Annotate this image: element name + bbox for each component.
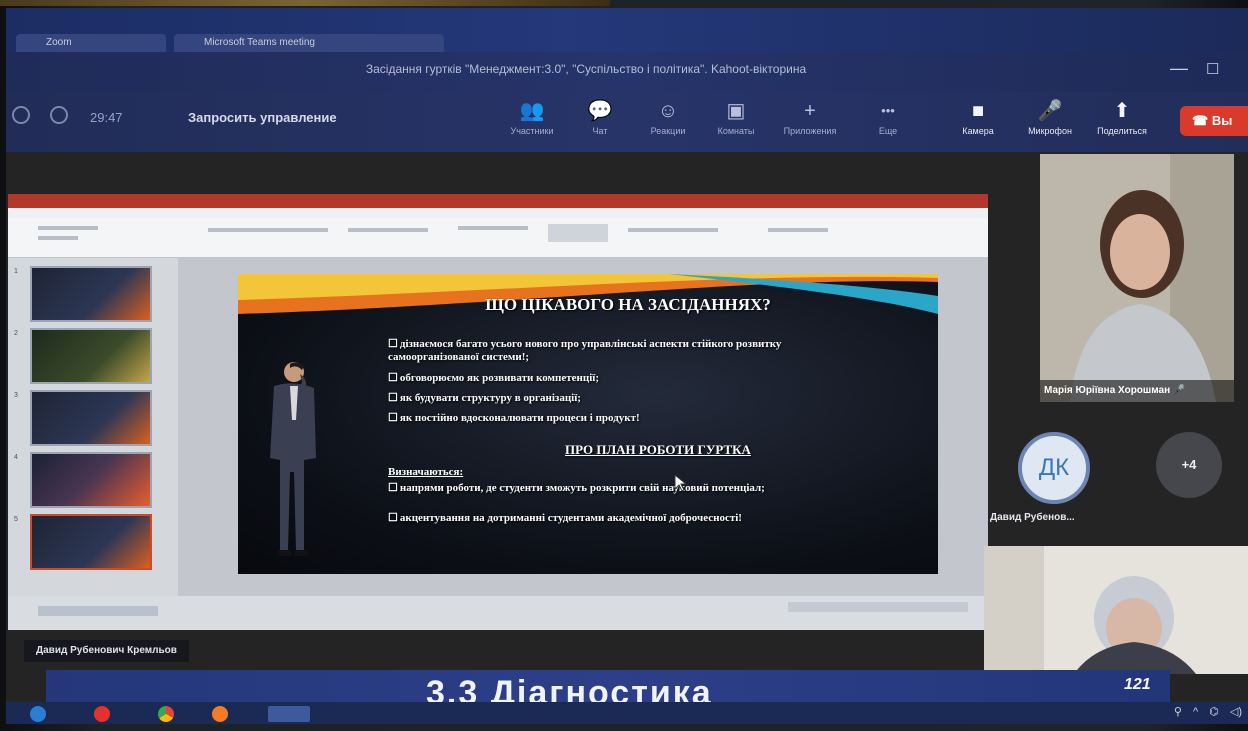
browser-tab-label: Microsoft Teams meeting <box>204 37 315 48</box>
mouse-cursor-icon <box>674 474 688 492</box>
windows-taskbar: ⚲ ^ ⌬ ◁) <box>6 702 1248 724</box>
participant-video-frame <box>984 546 1248 674</box>
slide-thumbnail[interactable] <box>30 452 152 508</box>
slide-thumbnails: 1 2 3 4 5 <box>8 258 178 596</box>
request-control-button[interactable]: Запросить управление <box>188 110 337 125</box>
chrome-icon[interactable] <box>158 706 174 722</box>
powerpoint-titlebar <box>8 194 988 208</box>
participant-name: Давид Рубенов... <box>990 512 1075 523</box>
recording-status-icon <box>50 106 68 124</box>
system-tray: ⚲ ^ ⌬ ◁) <box>1166 705 1242 718</box>
avatar: ДК <box>1018 432 1090 504</box>
reactions-label: Реакции <box>650 126 686 136</box>
rooms-icon: ▣ <box>726 100 746 122</box>
microphone-muted-icon: 🎤 <box>1172 385 1186 396</box>
participant-video-frame <box>1040 154 1234 402</box>
apps-button[interactable]: + Приложения <box>774 98 846 136</box>
more-participants-button[interactable]: +4 <box>1156 432 1222 498</box>
meeting-title: Засідання гуртків "Менеджмент:3.0", "Сус… <box>365 62 807 76</box>
more-label: Еще <box>878 126 898 136</box>
browser-tab-zoom[interactable]: Zoom <box>16 34 166 52</box>
chat-label: Чат <box>592 126 608 136</box>
minimize-icon[interactable]: — <box>1170 58 1188 79</box>
slide-thumbnail[interactable] <box>30 390 152 446</box>
camera-label: Камера <box>962 126 994 136</box>
zoom-slider[interactable] <box>788 602 968 612</box>
zoom-toolbar: 29:47 Запросить управление 👥 Участники 💬… <box>6 92 1248 152</box>
powerpoint-ribbon <box>8 218 988 258</box>
participant-name: Марія Юріївна Хорошман 🎤 <box>1040 380 1234 402</box>
slide-heading: ЩО ЦІКАВОГО НА ЗАСІДАННЯХ? <box>485 295 771 314</box>
apps-label: Приложения <box>783 126 837 136</box>
slide-subheading: ПРО ПЛАН РОБОТИ ГУРТКА <box>565 442 751 457</box>
taskbar-icons-thumbnail <box>38 606 158 616</box>
chevron-up-icon[interactable]: ^ <box>1193 706 1198 718</box>
more-button[interactable]: ••• Еще <box>852 98 924 136</box>
microphone-label: Микрофон <box>1028 126 1072 136</box>
browser-tab-strip: Zoom Microsoft Teams meeting <box>6 8 1248 52</box>
firefox-icon[interactable] <box>212 706 228 722</box>
browser-tab-teams[interactable]: Microsoft Teams meeting <box>174 34 444 52</box>
leave-label: Вы <box>1211 113 1233 128</box>
slide-bullet: як постійно вдосконалювати процеси і про… <box>388 412 828 425</box>
page-number: 121 <box>1124 676 1151 693</box>
slide-intro: Визначаються: <box>388 466 464 478</box>
meeting-timer: 29:47 <box>90 110 123 125</box>
security-icon[interactable] <box>12 106 30 124</box>
more-icon: ••• <box>881 103 895 118</box>
share-icon: ⬆ <box>1113 100 1131 122</box>
volume-icon[interactable]: ◁) <box>1230 706 1242 718</box>
powerpoint-statusbar <box>8 596 988 630</box>
powerpoint-menu <box>8 208 988 218</box>
skype-icon[interactable] <box>30 706 46 722</box>
participant-video[interactable] <box>984 546 1248 674</box>
share-button[interactable]: ⬆ Поделиться <box>1086 98 1158 136</box>
phone-icon: ☎ <box>1192 113 1209 128</box>
shared-screen: 1 2 3 4 5 ЩО ЦІКАВОГО НА ЗАСІДАННЯХ? діз… <box>8 194 988 630</box>
zoom-taskbar-icon[interactable] <box>268 706 310 722</box>
participant-video[interactable]: Марія Юріївна Хорошман 🎤 <box>1040 154 1234 402</box>
slide-bullet: дізнаємося багато усього нового про упра… <box>388 338 828 364</box>
participants-label: Участники <box>510 126 554 136</box>
share-label: Поделиться <box>1097 126 1147 136</box>
browser-tab-label: Zoom <box>46 37 72 48</box>
camera-icon: ■ <box>971 100 985 122</box>
presenter-name: Давид Рубенович Кремльов <box>24 640 189 662</box>
chat-icon: 💬 <box>587 100 613 122</box>
slide-bullet: обговорюємо як розвивати компетенції; <box>388 372 828 385</box>
slide-thumbnail-selected[interactable] <box>30 514 152 570</box>
rooms-button[interactable]: ▣ Комнаты <box>700 98 772 136</box>
slide-thumbnail[interactable] <box>30 328 152 384</box>
rooms-label: Комнаты <box>717 126 755 136</box>
microphone-button[interactable]: 🎤 Микрофон <box>1014 98 1086 136</box>
slide-bullet: як будувати структуру в організації; <box>388 392 828 405</box>
desk-edge <box>0 0 610 6</box>
people-icon[interactable]: ⚲ <box>1174 706 1182 718</box>
yandex-browser-icon[interactable] <box>94 706 110 722</box>
participant-avatar-tile[interactable]: ДК Давид Рубенов... <box>990 432 1106 523</box>
slide-thumbnail[interactable] <box>30 266 152 322</box>
monitor-screen: Zoom Microsoft Teams meeting Засідання г… <box>6 8 1248 724</box>
apps-icon: + <box>804 100 816 122</box>
chat-button[interactable]: 💬 Чат <box>564 98 636 136</box>
network-icon[interactable]: ⌬ <box>1209 706 1219 718</box>
leave-button[interactable]: ☎ Вы <box>1180 106 1248 136</box>
slide-canvas: ЩО ЦІКАВОГО НА ЗАСІДАННЯХ? дізнаємося ба… <box>178 258 988 596</box>
camera-button[interactable]: ■ Камера <box>942 98 1014 136</box>
reactions-icon: ☺ <box>657 100 679 122</box>
participants-button[interactable]: 👥 Участники <box>496 98 568 136</box>
microphone-icon: 🎤 <box>1037 100 1063 122</box>
maximize-icon[interactable]: ☐ <box>1206 60 1219 78</box>
slide-plan-item: напрями роботи, де студенти зможуть розк… <box>388 482 808 495</box>
participants-icon: 👥 <box>519 100 545 122</box>
businessman-illustration <box>270 362 316 556</box>
reactions-button[interactable]: ☺ Реакции <box>632 98 704 136</box>
zoom-titlebar: Засідання гуртків "Менеджмент:3.0", "Сус… <box>6 52 1248 92</box>
slide-plan-item: акцентування на дотриманні студентами ак… <box>388 512 808 525</box>
current-slide: ЩО ЦІКАВОГО НА ЗАСІДАННЯХ? дізнаємося ба… <box>238 274 938 574</box>
